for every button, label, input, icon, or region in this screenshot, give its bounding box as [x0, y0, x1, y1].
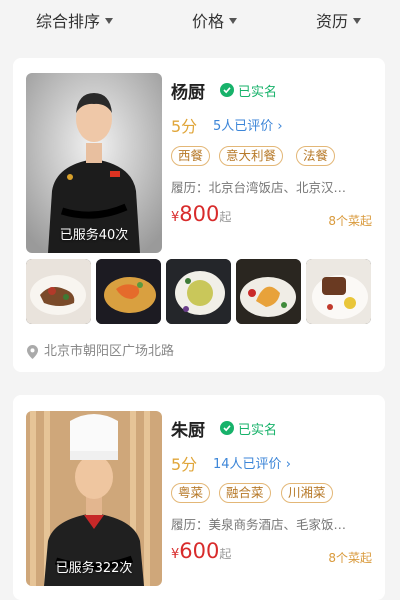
experience-filter-label: 资历 — [316, 12, 349, 31]
chevron-right-icon: › — [285, 457, 291, 472]
location-pin-icon — [27, 344, 38, 359]
cuisine-tag: 西餐 — [171, 146, 211, 166]
dish-image — [26, 259, 91, 324]
reviews-label: 5人已评价 — [213, 119, 274, 134]
price-suffix: 起 — [219, 547, 232, 561]
cuisine-tag: 意大利餐 — [219, 146, 284, 166]
cuisine-tag: 粤菜 — [171, 483, 211, 503]
price-filter[interactable]: 价格 — [192, 11, 238, 33]
chef-name: 杨厨 — [171, 83, 205, 103]
reviews-link[interactable]: 14人已评价 › — [213, 453, 291, 472]
caret-down-icon — [229, 17, 238, 24]
dish-thumbnail[interactable] — [236, 259, 301, 324]
menu-count: 8个菜起 — [328, 214, 372, 228]
price-value: 600 — [179, 539, 220, 563]
price: ¥600起 — [171, 539, 231, 563]
sort-filter-label: 综合排序 — [36, 12, 101, 31]
chef-location: 北京市朝阳区广场北路 — [27, 340, 174, 359]
filter-bar: 综合排序 价格 资历 — [0, 0, 400, 44]
reviews-label: 14人已评价 — [213, 457, 282, 472]
caret-down-icon — [353, 17, 362, 24]
chef-history: 履历：美泉商务酒店、毛家饭… — [171, 517, 347, 532]
chef-score: 5分 — [171, 117, 198, 136]
experience-filter[interactable]: 资历 — [316, 11, 362, 33]
cuisine-tag: 川湘菜 — [281, 483, 333, 503]
chef-card[interactable]: 已服务40次 杨厨 已实名 5分 5人已评价 › 西餐 意大利餐 法餐 履历：北… — [13, 58, 385, 372]
dish-image — [96, 259, 161, 324]
location-label: 北京市朝阳区广场北路 — [44, 344, 175, 359]
price: ¥800起 — [171, 202, 231, 226]
verified-label: 已实名 — [238, 423, 278, 438]
menu-count: 8个菜起 — [328, 551, 372, 565]
dish-image — [236, 259, 301, 324]
verified-label: 已实名 — [238, 85, 278, 100]
price-value: 800 — [179, 202, 220, 226]
sort-filter[interactable]: 综合排序 — [36, 11, 114, 33]
served-count: 已服务40次 — [59, 228, 129, 243]
verified-check-icon — [220, 421, 234, 435]
dish-thumbnail[interactable] — [306, 259, 371, 324]
verified-check-icon — [220, 83, 234, 97]
chef-photo[interactable]: 已服务40次 — [26, 73, 162, 253]
dish-thumbnail[interactable] — [26, 259, 91, 324]
dish-thumbnail[interactable] — [96, 259, 161, 324]
reviews-link[interactable]: 5人已评价 › — [213, 115, 283, 134]
chef-card[interactable]: 已服务322次 朱厨 已实名 5分 14人已评价 › 粤菜 融合菜 川湘菜 履历… — [13, 395, 385, 600]
dish-image — [306, 259, 371, 324]
price-filter-label: 价格 — [192, 12, 225, 31]
cuisine-tag: 融合菜 — [219, 483, 271, 503]
chevron-right-icon: › — [277, 119, 283, 134]
dish-image — [166, 259, 231, 324]
chef-photo[interactable]: 已服务322次 — [26, 411, 162, 586]
caret-down-icon — [105, 17, 114, 24]
cuisine-tag: 法餐 — [296, 146, 336, 166]
chef-history: 履历：北京台湾饭店、北京汉… — [171, 180, 347, 195]
price-suffix: 起 — [219, 210, 232, 224]
dish-thumbnail[interactable] — [166, 259, 231, 324]
chef-score: 5分 — [171, 455, 198, 474]
chef-name: 朱厨 — [171, 421, 205, 441]
served-count: 已服务322次 — [55, 561, 133, 576]
